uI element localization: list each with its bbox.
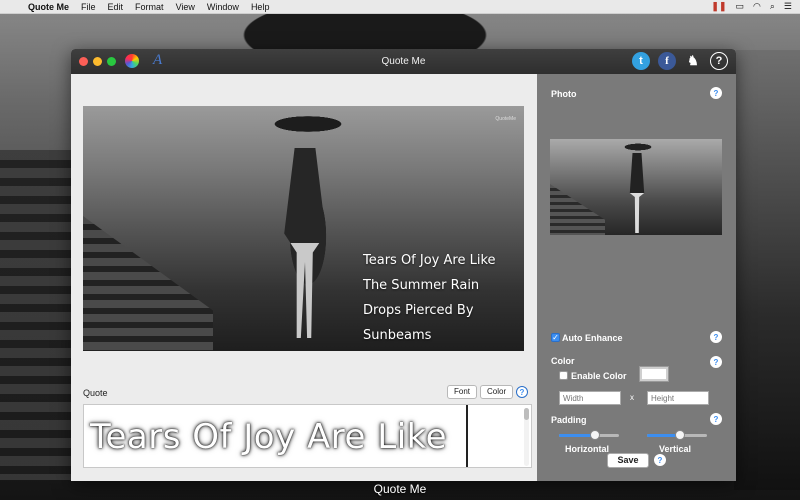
padding-label: Padding [551,415,587,425]
auto-enhance-help-icon[interactable]: ? [710,331,722,343]
quote-preview-image: QuoteMe Tears Of Joy Are Like The Summer… [83,106,524,351]
quote-help-icon[interactable]: ? [516,386,528,398]
height-input[interactable] [647,391,709,405]
vertical-slider-knob[interactable] [675,430,685,440]
preview-quote-line: Tears Of Joy Are Like [363,253,496,268]
menu-window[interactable]: Window [201,2,245,12]
list-icon[interactable]: ☰ [784,1,792,12]
share-icons: t f ♞ ? [632,52,728,70]
menu-file[interactable]: File [75,2,102,12]
menu-format[interactable]: Format [129,2,170,12]
wifi-icon[interactable]: ◠ [753,1,761,12]
dock-app-label: Quote Me [373,482,427,496]
quote-text-area[interactable]: Tears Of Joy Are Like [83,404,532,468]
pause-icon[interactable]: ❚❚ [711,1,726,12]
menu-bar: Quote Me File Edit Format View Window He… [0,0,800,14]
menu-status-area: ❚❚ ▭ ◠ ⌕ ☰ [711,1,800,12]
font-button[interactable]: Font [447,385,478,399]
photo-help-icon[interactable]: ? [710,87,722,99]
save-help-icon[interactable]: ? [654,454,666,466]
width-input[interactable] [559,391,621,405]
vertical-scrollbar[interactable] [524,408,529,466]
enable-color-checkbox[interactable] [559,371,568,380]
color-label: Color [551,356,575,366]
menu-view[interactable]: View [170,2,201,12]
preview-quote-line: The Summer Rain [363,278,480,293]
auto-enhance-label: Auto Enhance [562,333,623,343]
preview-quote-line: Drops Pierced By [363,303,474,318]
menu-help[interactable]: Help [245,2,276,12]
editor-panel: QuoteMe Tears Of Joy Are Like The Summer… [71,74,537,481]
horizontal-padding-slider[interactable] [559,430,619,440]
preview-person [284,148,326,338]
horizontal-slider-knob[interactable] [590,430,600,440]
preview-watermark: QuoteMe [495,116,516,122]
facebook-icon[interactable]: f [658,52,676,70]
background-stairs [0,150,72,480]
lion-icon[interactable]: ♞ [684,52,702,70]
settings-panel: Photo ? ✓ Auto Enhance ? Color ? Enable … [537,74,736,481]
thumb-person [629,153,645,233]
menu-app-name[interactable]: Quote Me [22,2,75,12]
color-help-icon[interactable]: ? [710,356,722,368]
quote-text-content: Tears Of Joy Are Like [90,417,448,457]
enable-color-label: Enable Color [571,371,627,381]
quote-label: Quote [83,388,108,398]
dimension-separator: x [630,393,634,402]
photo-label: Photo [551,89,577,99]
preview-quote-line: Sunbeams [363,328,432,343]
menu-edit[interactable]: Edit [102,2,130,12]
photo-thumbnail[interactable] [550,139,722,235]
help-icon[interactable]: ? [710,52,728,70]
background-right [734,50,800,490]
airplay-icon[interactable]: ▭ [736,1,745,12]
preview-stairs [83,216,213,351]
app-window: A Quote Me t f ♞ ? QuoteMe Tears Of Joy … [71,49,736,481]
preview-quote-text: Tears Of Joy Are Like The Summer Rain Dr… [363,248,513,348]
padding-help-icon[interactable]: ? [710,413,722,425]
thumb-stairs [550,184,605,235]
title-bar: A Quote Me t f ♞ ? [71,49,736,74]
vertical-label: Vertical [659,444,692,454]
save-button[interactable]: Save [607,453,649,468]
auto-enhance-checkbox[interactable]: ✓ [551,333,560,342]
horizontal-label: Horizontal [565,444,609,454]
twitter-icon[interactable]: t [632,52,650,70]
color-button[interactable]: Color [480,385,514,399]
color-swatch[interactable] [639,366,669,382]
text-caret [466,405,468,467]
vertical-padding-slider[interactable] [647,430,707,440]
search-icon[interactable]: ⌕ [770,1,775,12]
